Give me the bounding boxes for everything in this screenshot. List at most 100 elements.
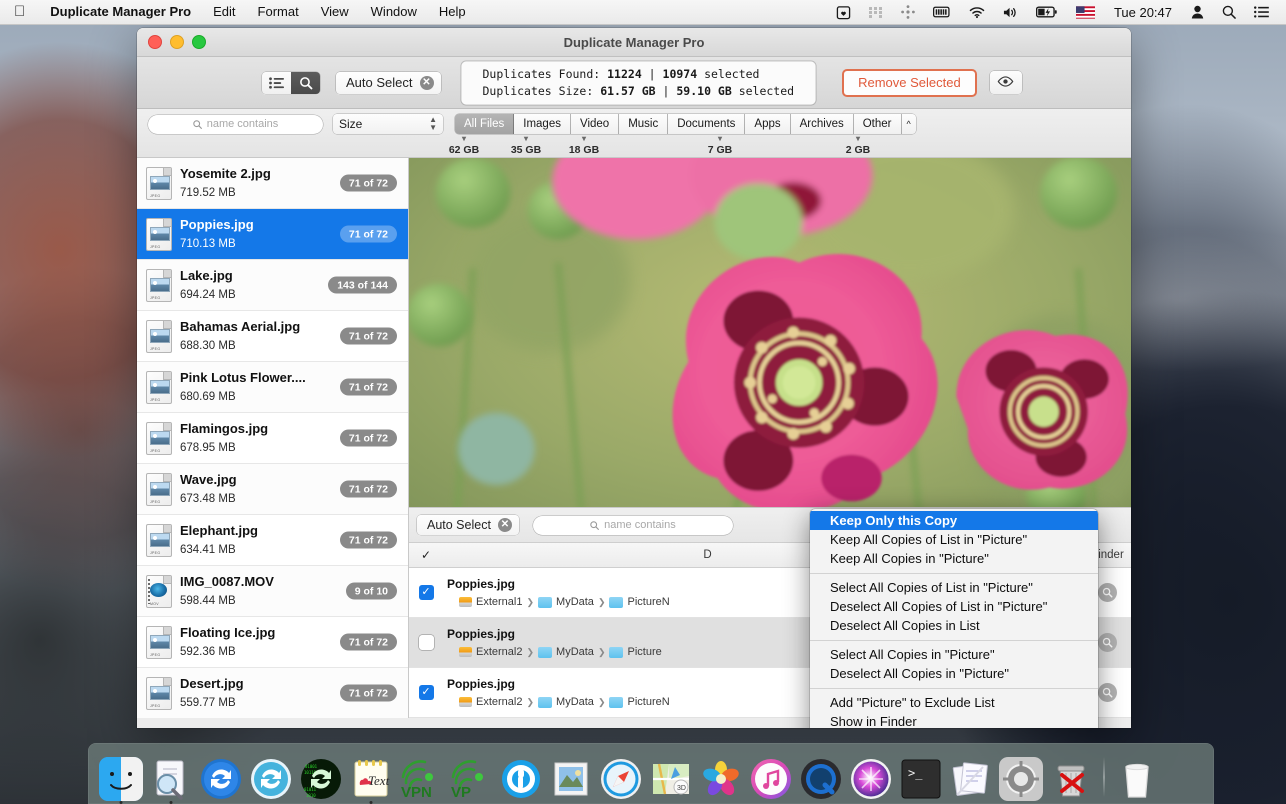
magnifier-icon[interactable]: [1098, 583, 1117, 602]
volume-icon[interactable]: [994, 0, 1027, 24]
dock-item-vpn-green-1[interactable]: VPN: [396, 751, 446, 801]
dock-item-system-preferences[interactable]: [996, 751, 1046, 801]
us-flag-icon[interactable]: [1067, 0, 1104, 24]
menu-item-app[interactable]: Duplicate Manager Pro: [39, 0, 202, 24]
list-view-icon[interactable]: [262, 72, 291, 94]
menu-item-edit[interactable]: Edit: [202, 0, 246, 24]
dock-item-sync-matrix[interactable]: 0100110110010111010: [296, 751, 346, 801]
file-list-row[interactable]: JPEGFlamingos.jpg678.95 MB71 of 72: [137, 413, 408, 464]
menu-item-window[interactable]: Window: [360, 0, 428, 24]
menu-item-format[interactable]: Format: [247, 0, 310, 24]
search-icon[interactable]: [1213, 0, 1245, 24]
context-menu-item[interactable]: Select All Copies of List in "Picture": [810, 578, 1098, 597]
bluetooth-share-icon[interactable]: [892, 0, 924, 24]
close-icon[interactable]: ✕: [498, 518, 512, 532]
tab-archives[interactable]: Archives: [791, 114, 854, 134]
dock-item-maps[interactable]: 3D: [646, 751, 696, 801]
tab-images[interactable]: Images: [514, 114, 571, 134]
tab-music[interactable]: Music: [619, 114, 668, 134]
dock-item-siri[interactable]: [846, 751, 896, 801]
menu-bar-clock[interactable]: Tue 20:47: [1104, 5, 1182, 20]
row-checkbox-cell[interactable]: [409, 635, 443, 650]
copies-search-input[interactable]: name contains: [533, 516, 733, 535]
duplicate-file-list[interactable]: JPEGYosemite 2.jpg719.52 MB71 of 72JPEGP…: [137, 158, 409, 718]
file-list-row[interactable]: JPEGYosemite 2.jpg719.52 MB71 of 72: [137, 158, 408, 209]
dock-item-itunes[interactable]: [746, 751, 796, 801]
keep-checkbox[interactable]: ✓: [419, 685, 434, 700]
context-menu-item[interactable]: Deselect All Copies in List: [810, 616, 1098, 635]
file-list-row[interactable]: JPEGPoppies.jpg710.13 MB71 of 72: [137, 209, 408, 260]
keep-checkbox[interactable]: ✓: [419, 585, 434, 600]
context-menu-item[interactable]: Keep All Copies in "Picture": [810, 549, 1098, 568]
context-menu-item[interactable]: Deselect All Copies in "Picture": [810, 664, 1098, 683]
dock-item-preview-search[interactable]: [146, 751, 196, 801]
search-input[interactable]: name contains: [148, 115, 323, 134]
context-menu-item[interactable]: Show in Finder: [810, 712, 1098, 728]
dock-item-sync-light[interactable]: [246, 751, 296, 801]
tab-documents[interactable]: Documents: [668, 114, 745, 134]
context-menu-item[interactable]: Keep Only this Copy: [810, 511, 1098, 530]
file-list-row[interactable]: JPEGPink Lotus Flower....680.69 MB71 of …: [137, 362, 408, 413]
tab-other[interactable]: Other: [854, 114, 902, 134]
row-checkbox-cell[interactable]: ✓: [409, 585, 443, 600]
auto-select-button[interactable]: Auto Select ✕: [336, 72, 441, 94]
close-icon[interactable]: ✕: [420, 76, 434, 90]
context-menu-item[interactable]: Add "Picture" to Exclude List: [810, 693, 1098, 712]
dock-item-textedit[interactable]: Text: [346, 751, 396, 801]
column-header-check[interactable]: ✓: [409, 548, 443, 562]
menu-item-help[interactable]: Help: [428, 0, 477, 24]
dock-item-safari[interactable]: [596, 751, 646, 801]
remove-selected-button[interactable]: Remove Selected: [842, 69, 977, 97]
dock-item-quicktime[interactable]: [796, 751, 846, 801]
notification-center-icon[interactable]: [1245, 0, 1278, 24]
copies-auto-select-button[interactable]: Auto Select ✕: [417, 515, 519, 535]
minimize-button[interactable]: [170, 35, 184, 49]
context-menu-item[interactable]: Keep All Copies of List in "Picture": [810, 530, 1098, 549]
context-menu[interactable]: Keep Only this CopyKeep All Copies of Li…: [810, 509, 1098, 728]
view-mode-segmented-control[interactable]: [262, 72, 320, 94]
calendar-heart-icon[interactable]: [827, 0, 860, 24]
file-list-row[interactable]: JPEGLake.jpg694.24 MB143 of 144: [137, 260, 408, 311]
magnifier-icon[interactable]: [1098, 683, 1117, 702]
apple-logo-icon[interactable]: : [14, 4, 39, 21]
size-archives-value: 2 GB: [846, 144, 871, 156]
close-button[interactable]: [148, 35, 162, 49]
search-view-icon[interactable]: [291, 72, 320, 94]
menu-item-view[interactable]: View: [310, 0, 360, 24]
equalizer-icon[interactable]: [860, 0, 892, 24]
tab-apps[interactable]: Apps: [745, 114, 790, 134]
context-menu-item[interactable]: Select All Copies in "Picture": [810, 645, 1098, 664]
user-icon[interactable]: [1182, 0, 1213, 24]
context-menu-item[interactable]: Deselect All Copies of List in "Picture": [810, 597, 1098, 616]
row-checkbox-cell[interactable]: ✓: [409, 685, 443, 700]
keep-checkbox[interactable]: [419, 635, 434, 650]
dock-item-trash-cleaner[interactable]: [1046, 751, 1096, 801]
svg-text:1010: 1010: [306, 793, 316, 798]
dock-item-documents-stack[interactable]: [946, 751, 996, 801]
zoom-button[interactable]: [192, 35, 206, 49]
file-list-row[interactable]: JPEGFloating Ice.jpg592.36 MB71 of 72: [137, 617, 408, 668]
tab-video[interactable]: Video: [571, 114, 619, 134]
file-list-row[interactable]: JPEGDesert.jpg559.77 MB71 of 72: [137, 668, 408, 718]
magnifier-icon[interactable]: [1098, 633, 1117, 652]
dock-item-sync-blue[interactable]: [196, 751, 246, 801]
file-list-row[interactable]: JPEGElephant.jpg634.41 MB71 of 72: [137, 515, 408, 566]
collapse-filter-button[interactable]: ^: [902, 114, 916, 134]
tab-all-files[interactable]: All Files: [455, 114, 514, 134]
dock-item-trash[interactable]: [1112, 751, 1162, 801]
dock-item-terminal[interactable]: >_: [896, 751, 946, 801]
file-list-row[interactable]: JPEGWave.jpg673.48 MB71 of 72: [137, 464, 408, 515]
dock-item-gear-wrench[interactable]: [496, 751, 546, 801]
dock-item-finder[interactable]: [96, 751, 146, 801]
file-list-row[interactable]: MOVIMG_0087.MOV598.44 MB9 of 10: [137, 566, 408, 617]
battery-charging-icon[interactable]: [1027, 0, 1067, 24]
wifi-icon[interactable]: [960, 0, 994, 24]
preview-toggle-button[interactable]: [990, 71, 1022, 94]
dock-item-vpn-green-2[interactable]: VP: [446, 751, 496, 801]
file-list-row[interactable]: JPEGBahamas Aerial.jpg688.30 MB71 of 72: [137, 311, 408, 362]
dock-item-photos[interactable]: [696, 751, 746, 801]
battery-bars-icon[interactable]: [924, 0, 960, 24]
sort-select[interactable]: Size ▲▼: [333, 114, 443, 134]
dock-item-mail[interactable]: [546, 751, 596, 801]
window-title-bar[interactable]: Duplicate Manager Pro: [137, 28, 1131, 57]
